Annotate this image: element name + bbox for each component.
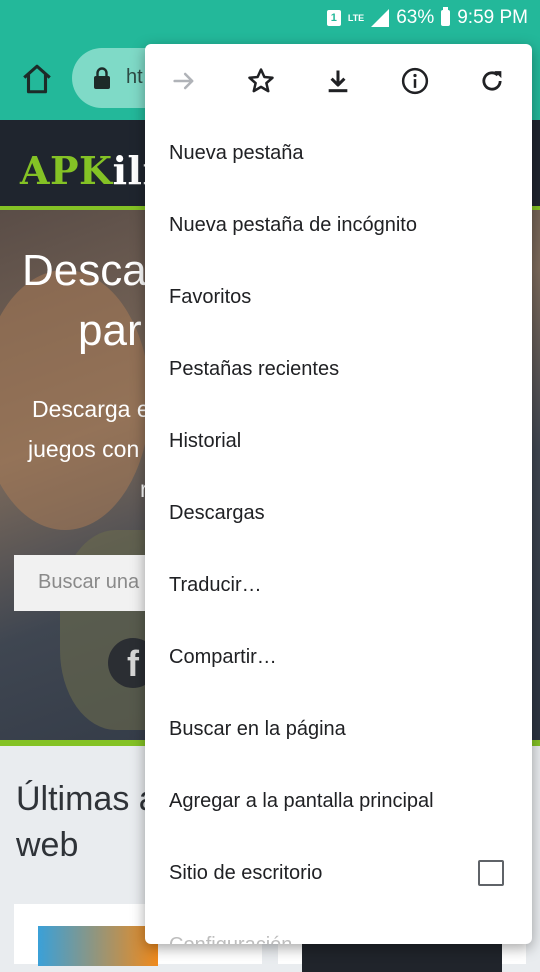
- site-logo[interactable]: APKili: [20, 148, 157, 193]
- app-thumbnail: [38, 926, 158, 966]
- hero-subtitle-line2: juegos con: [28, 436, 140, 462]
- sim-icon: 1: [326, 10, 341, 26]
- menu-item-settings[interactable]: Configuración: [145, 910, 532, 944]
- home-icon[interactable]: [20, 62, 54, 96]
- download-icon[interactable]: [321, 64, 355, 98]
- hero-title-line1: Desca: [22, 246, 147, 295]
- refresh-icon[interactable]: [475, 64, 509, 98]
- menu-item-find-in-page[interactable]: Buscar en la página: [145, 694, 532, 766]
- app-thumbnail: [302, 942, 502, 972]
- url-text: ht: [126, 66, 143, 88]
- menu-item-downloads[interactable]: Descargas: [145, 478, 532, 550]
- overflow-menu: Nueva pestaña Nueva pestaña de incógnito…: [145, 44, 532, 944]
- lock-icon: [94, 67, 110, 89]
- menu-item-label: Historial: [169, 430, 242, 452]
- menu-item-add-to-home[interactable]: Agregar a la pantalla principal: [145, 766, 532, 838]
- hero-subtitle-line1: Descarga e: [32, 396, 150, 422]
- site-search-placeholder: Buscar una: [38, 571, 140, 593]
- menu-item-label: Descargas: [169, 502, 265, 524]
- site-search-input[interactable]: Buscar una: [14, 555, 164, 611]
- battery-percent: 63%: [396, 7, 435, 28]
- menu-item-label: Nueva pestaña de incógnito: [169, 214, 417, 236]
- menu-item-new-tab[interactable]: Nueva pestaña: [145, 118, 532, 190]
- menu-item-label: Configuración: [169, 934, 292, 944]
- menu-item-label: Buscar en la página: [169, 718, 346, 740]
- menu-item-share[interactable]: Compartir…: [145, 622, 532, 694]
- menu-item-incognito-tab[interactable]: Nueva pestaña de incógnito: [145, 190, 532, 262]
- menu-item-bookmarks[interactable]: Favoritos: [145, 262, 532, 334]
- signal-icon: [371, 9, 390, 27]
- latest-title-line1: Últimas a: [16, 780, 158, 818]
- menu-item-label: Compartir…: [169, 646, 277, 668]
- menu-item-label: Pestañas recientes: [169, 358, 340, 380]
- menu-item-label: Favoritos: [169, 286, 252, 308]
- menu-item-recent-tabs[interactable]: Pestañas recientes: [145, 334, 532, 406]
- menu-item-label: Agregar a la pantalla principal: [169, 790, 434, 812]
- menu-item-label: Nueva pestaña: [169, 142, 304, 164]
- battery-icon: [441, 7, 451, 26]
- menu-item-history[interactable]: Historial: [145, 406, 532, 478]
- status-bar: 1 LTE 63% 9:59 PM: [0, 0, 540, 36]
- info-icon[interactable]: [398, 64, 432, 98]
- network-type: LTE: [347, 12, 365, 23]
- forward-icon[interactable]: [167, 64, 201, 98]
- menu-item-label: Sitio de escritorio: [169, 862, 323, 884]
- latest-title-line2: web: [16, 826, 79, 864]
- logo-apk: APK: [20, 148, 113, 193]
- hero-title-line2: par: [78, 306, 142, 355]
- clock: 9:59 PM: [457, 7, 528, 28]
- menu-icon-row: [145, 44, 532, 118]
- status-icons: 1 LTE 63% 9:59 PM: [326, 6, 528, 30]
- desktop-site-checkbox[interactable]: [478, 860, 504, 886]
- menu-item-label: Traducir…: [169, 574, 262, 596]
- star-icon[interactable]: [244, 64, 278, 98]
- menu-item-translate[interactable]: Traducir…: [145, 550, 532, 622]
- menu-item-desktop-site[interactable]: Sitio de escritorio: [145, 838, 532, 910]
